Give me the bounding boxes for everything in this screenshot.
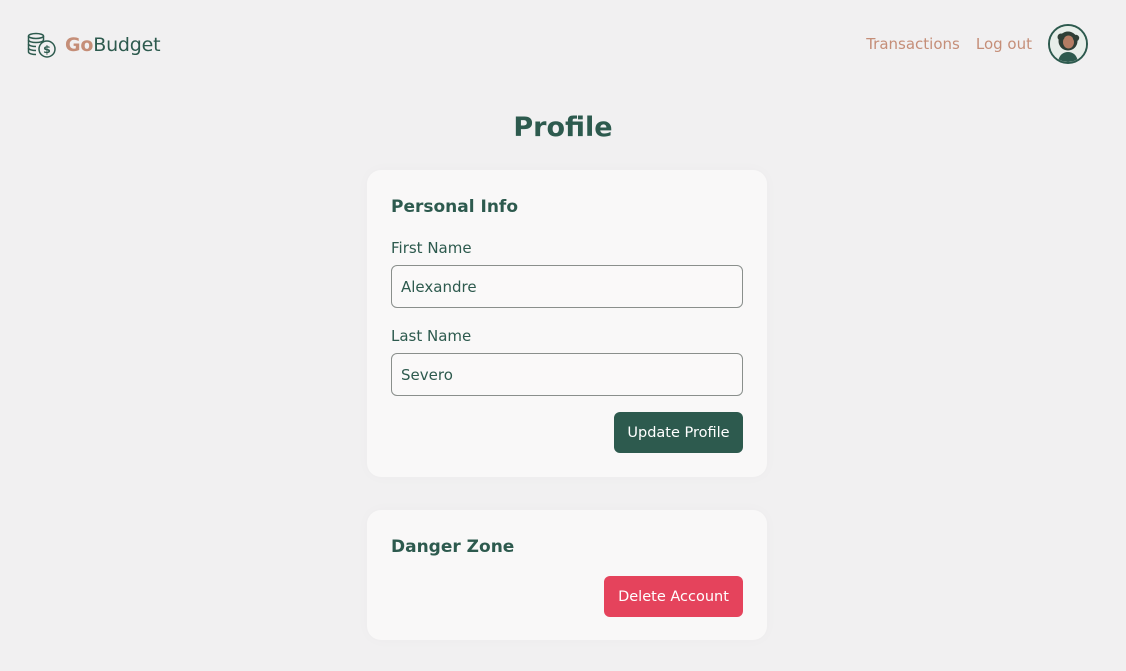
first-name-label: First Name — [391, 239, 472, 257]
danger-zone-card: Danger Zone Delete Account — [367, 510, 767, 640]
nav-links: Transactions Log out — [866, 24, 1088, 64]
danger-zone-title: Danger Zone — [391, 537, 515, 557]
page-title: Profile — [513, 112, 613, 143]
top-navbar: $ GoBudget Transactions Log out — [0, 0, 1126, 90]
update-profile-button[interactable]: Update Profile — [614, 412, 743, 453]
nav-logout-link[interactable]: Log out — [976, 35, 1032, 53]
first-name-input[interactable] — [391, 265, 743, 308]
delete-account-button[interactable]: Delete Account — [604, 576, 743, 617]
coins-icon: $ — [27, 32, 56, 58]
brand-logo[interactable]: $ GoBudget — [27, 31, 161, 59]
personal-info-title: Personal Info — [391, 197, 518, 217]
nav-transactions-link[interactable]: Transactions — [866, 35, 960, 53]
svg-text:$: $ — [43, 43, 51, 56]
brand-suffix: Budget — [93, 34, 161, 56]
user-avatar[interactable] — [1048, 24, 1088, 64]
brand-prefix: Go — [65, 34, 94, 56]
brand-name: GoBudget — [65, 34, 161, 56]
personal-info-card: Personal Info First Name Last Name Updat… — [367, 170, 767, 477]
last-name-label: Last Name — [391, 327, 472, 345]
last-name-input[interactable] — [391, 353, 743, 396]
avatar-icon — [1050, 26, 1086, 62]
